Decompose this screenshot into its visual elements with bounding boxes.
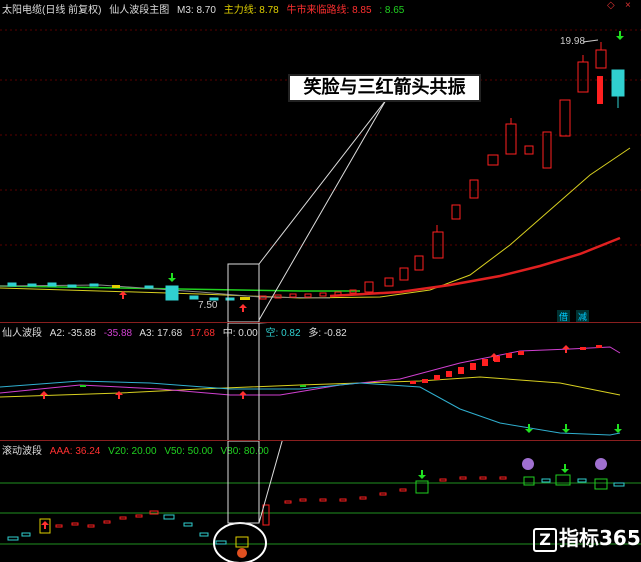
buy-arrow-icon bbox=[562, 345, 570, 353]
sell-arrow-icon bbox=[168, 273, 176, 282]
buy-arrow-icon bbox=[115, 391, 123, 399]
sell-arrow-icon bbox=[614, 424, 622, 433]
sell-arrow-icon bbox=[418, 470, 426, 479]
high-price-label: 19.98 bbox=[560, 36, 586, 47]
panel2-chart-svg bbox=[0, 323, 622, 441]
emoji-face-icon bbox=[595, 458, 607, 470]
sell-arrow-icon bbox=[616, 31, 624, 40]
low-price-label: 7.50 bbox=[198, 300, 218, 311]
chart-window: 太阳电缆(日线 前复权) 仙人波段主图 M3: 8.70 主力线: 8.78 牛… bbox=[0, 0, 641, 562]
indicator-panel-xianren: 仙人波段 A2: -35.88 -35.88 A3: 17.68 17.68 中… bbox=[0, 322, 641, 441]
buy-arrow-icon bbox=[41, 521, 49, 529]
a3-line bbox=[0, 376, 621, 398]
z-logo-icon: Z bbox=[533, 527, 557, 552]
main-price-panel: 太阳电缆(日线 前复权) 仙人波段主图 M3: 8.70 主力线: 8.78 牛… bbox=[0, 0, 641, 323]
annotation-callout: 笑脸与三红箭头共振 bbox=[288, 74, 481, 102]
watermark: Z 指标365 bbox=[533, 522, 641, 552]
buy-arrow-icon bbox=[40, 391, 48, 399]
kong-line bbox=[0, 380, 621, 436]
sell-arrow-icon bbox=[561, 464, 569, 473]
sell-arrow-icon bbox=[562, 424, 570, 433]
buy-arrow-icon bbox=[239, 391, 247, 399]
smiley-face-icon bbox=[237, 548, 247, 558]
main-chart-svg bbox=[0, 29, 641, 322]
highlight-column bbox=[227, 263, 260, 322]
buy-arrow-icon bbox=[239, 304, 247, 312]
emoji-face-icon bbox=[522, 458, 534, 470]
watermark-text: 指标365 bbox=[559, 526, 641, 550]
